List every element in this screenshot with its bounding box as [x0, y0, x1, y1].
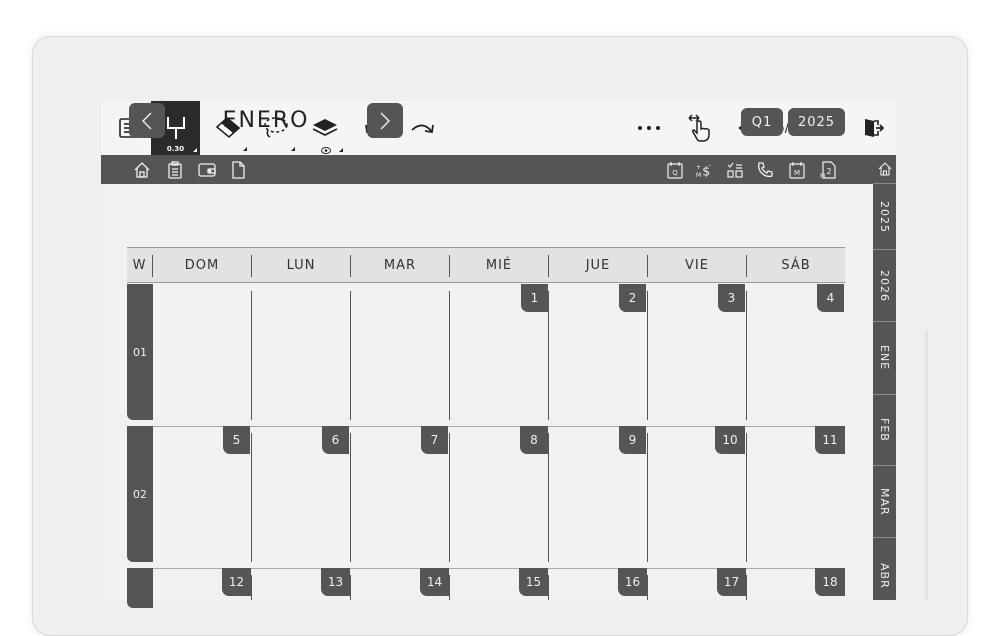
day-cell-13[interactable]: 13: [321, 568, 350, 596]
svg-text:2: 2: [826, 167, 831, 176]
side-index-tabs: 2025 2026 ENE FEB MAR ABR: [873, 155, 896, 600]
side-tab-2026[interactable]: 2026: [873, 250, 896, 322]
weekday-header-mar: MAR: [383, 258, 417, 273]
day-cell-10[interactable]: 10: [715, 426, 745, 454]
more-options-icon[interactable]: [632, 101, 666, 155]
week-number-tab[interactable]: [127, 568, 153, 608]
week-number-tab[interactable]: 02: [127, 426, 153, 562]
week-column-header: W: [132, 258, 147, 273]
weekday-header-dom: DOM: [184, 258, 220, 273]
day-cell-15[interactable]: 15: [519, 568, 548, 596]
grid-column-line: [746, 433, 747, 562]
quarter-button[interactable]: Q1: [741, 108, 783, 136]
phone-icon[interactable]: [756, 160, 774, 179]
redo-button[interactable]: [406, 101, 440, 155]
day-cell-7[interactable]: 7: [421, 426, 448, 454]
side-tab-2025[interactable]: 2025: [873, 184, 896, 250]
next-month-button[interactable]: [367, 103, 403, 138]
svg-text:+: +: [696, 164, 701, 171]
svg-text:Q: Q: [672, 169, 678, 177]
weekday-header-jue: JUE: [585, 258, 611, 273]
day-cell-14[interactable]: 14: [420, 568, 449, 596]
day-cell-9[interactable]: 9: [619, 426, 646, 454]
day-cell-3[interactable]: 3: [718, 284, 745, 312]
expense-icon[interactable]: + M $ -: [695, 160, 713, 179]
side-tab-abr[interactable]: ABR: [873, 538, 896, 600]
layers-options-indicator: [339, 148, 343, 152]
app-screen: 0.30 5/7 Q + M $ - M M 2 2025 2026 ENE F…: [101, 101, 896, 600]
day-cell-4[interactable]: 4: [817, 284, 844, 312]
grid-column-line: [647, 575, 648, 600]
svg-text:-: -: [709, 162, 711, 169]
device-side-groove: [925, 330, 928, 600]
month-title: ENERO: [222, 108, 310, 133]
calendar-m2-icon[interactable]: M2: [819, 160, 837, 179]
document-icon[interactable]: [229, 160, 247, 179]
grid-column-line: [746, 575, 747, 600]
grid-column-line: [647, 433, 648, 562]
weekday-header-sab: SÁB: [781, 258, 811, 273]
side-tab-mar[interactable]: MAR: [873, 466, 896, 538]
home-icon[interactable]: [133, 160, 151, 179]
exit-icon[interactable]: [855, 101, 891, 155]
calendar-m-icon[interactable]: M: [788, 160, 806, 179]
checklist-grid-icon[interactable]: [726, 160, 744, 179]
svg-text:M: M: [794, 169, 800, 177]
day-cell-12[interactable]: 12: [222, 568, 251, 596]
grid-column-line: [449, 291, 450, 420]
weekday-header-mie: MIÉ: [485, 258, 513, 273]
previous-month-button[interactable]: [129, 103, 165, 138]
day-cell-6[interactable]: 6: [322, 426, 349, 454]
grid-column-line: [548, 291, 549, 420]
grid-column-line: [251, 433, 252, 562]
day-cell-2[interactable]: 2: [619, 284, 646, 312]
layer-visibility-icon: [321, 147, 331, 154]
grid-column-line: [449, 575, 450, 600]
grid-column-line: [350, 291, 351, 420]
week-number-tab[interactable]: 01: [127, 284, 153, 420]
weekday-header-row: W DOM LUN MAR MIÉ JUE VIE SÁB: [127, 247, 845, 283]
weekday-header-vie: VIE: [685, 258, 709, 273]
touch-gesture-icon[interactable]: [679, 101, 719, 155]
weekday-header-lun: LUN: [286, 258, 316, 273]
grid-column-line: [548, 433, 549, 562]
grid-column-line: [350, 575, 351, 600]
day-cell-8[interactable]: 8: [520, 426, 548, 454]
chevron-right-icon: [380, 112, 390, 129]
lasso-options-indicator: [291, 147, 295, 151]
year-button[interactable]: 2025: [788, 108, 845, 136]
day-cell-17[interactable]: 17: [717, 568, 746, 596]
eraser-options-indicator: [243, 147, 247, 151]
wallet-icon[interactable]: [198, 160, 216, 179]
grid-column-line: [251, 291, 252, 420]
grid-column-line: [251, 575, 252, 600]
side-tab-feb[interactable]: FEB: [873, 395, 896, 466]
day-cell-11[interactable]: 11: [815, 426, 845, 454]
clipboard-icon[interactable]: [166, 160, 184, 179]
day-cell-18[interactable]: 18: [815, 568, 845, 596]
svg-text:M: M: [820, 173, 825, 179]
template-navigation-bar: Q + M $ - M M2: [101, 155, 873, 184]
day-cell-1[interactable]: 1: [521, 284, 548, 312]
pen-options-indicator: [193, 148, 197, 152]
calendar-q-icon[interactable]: Q: [666, 160, 684, 179]
day-cell-16[interactable]: 16: [618, 568, 647, 596]
grid-column-line: [647, 291, 648, 420]
grid-column-line: [746, 291, 747, 420]
day-cell-5[interactable]: 5: [223, 426, 250, 454]
side-tab-ene[interactable]: ENE: [873, 322, 896, 395]
svg-text:M: M: [696, 172, 701, 179]
grid-column-line: [548, 575, 549, 600]
grid-column-line: [449, 433, 450, 562]
side-home-icon[interactable]: [873, 155, 896, 184]
grid-column-line: [350, 433, 351, 562]
chevron-left-icon: [142, 112, 152, 129]
